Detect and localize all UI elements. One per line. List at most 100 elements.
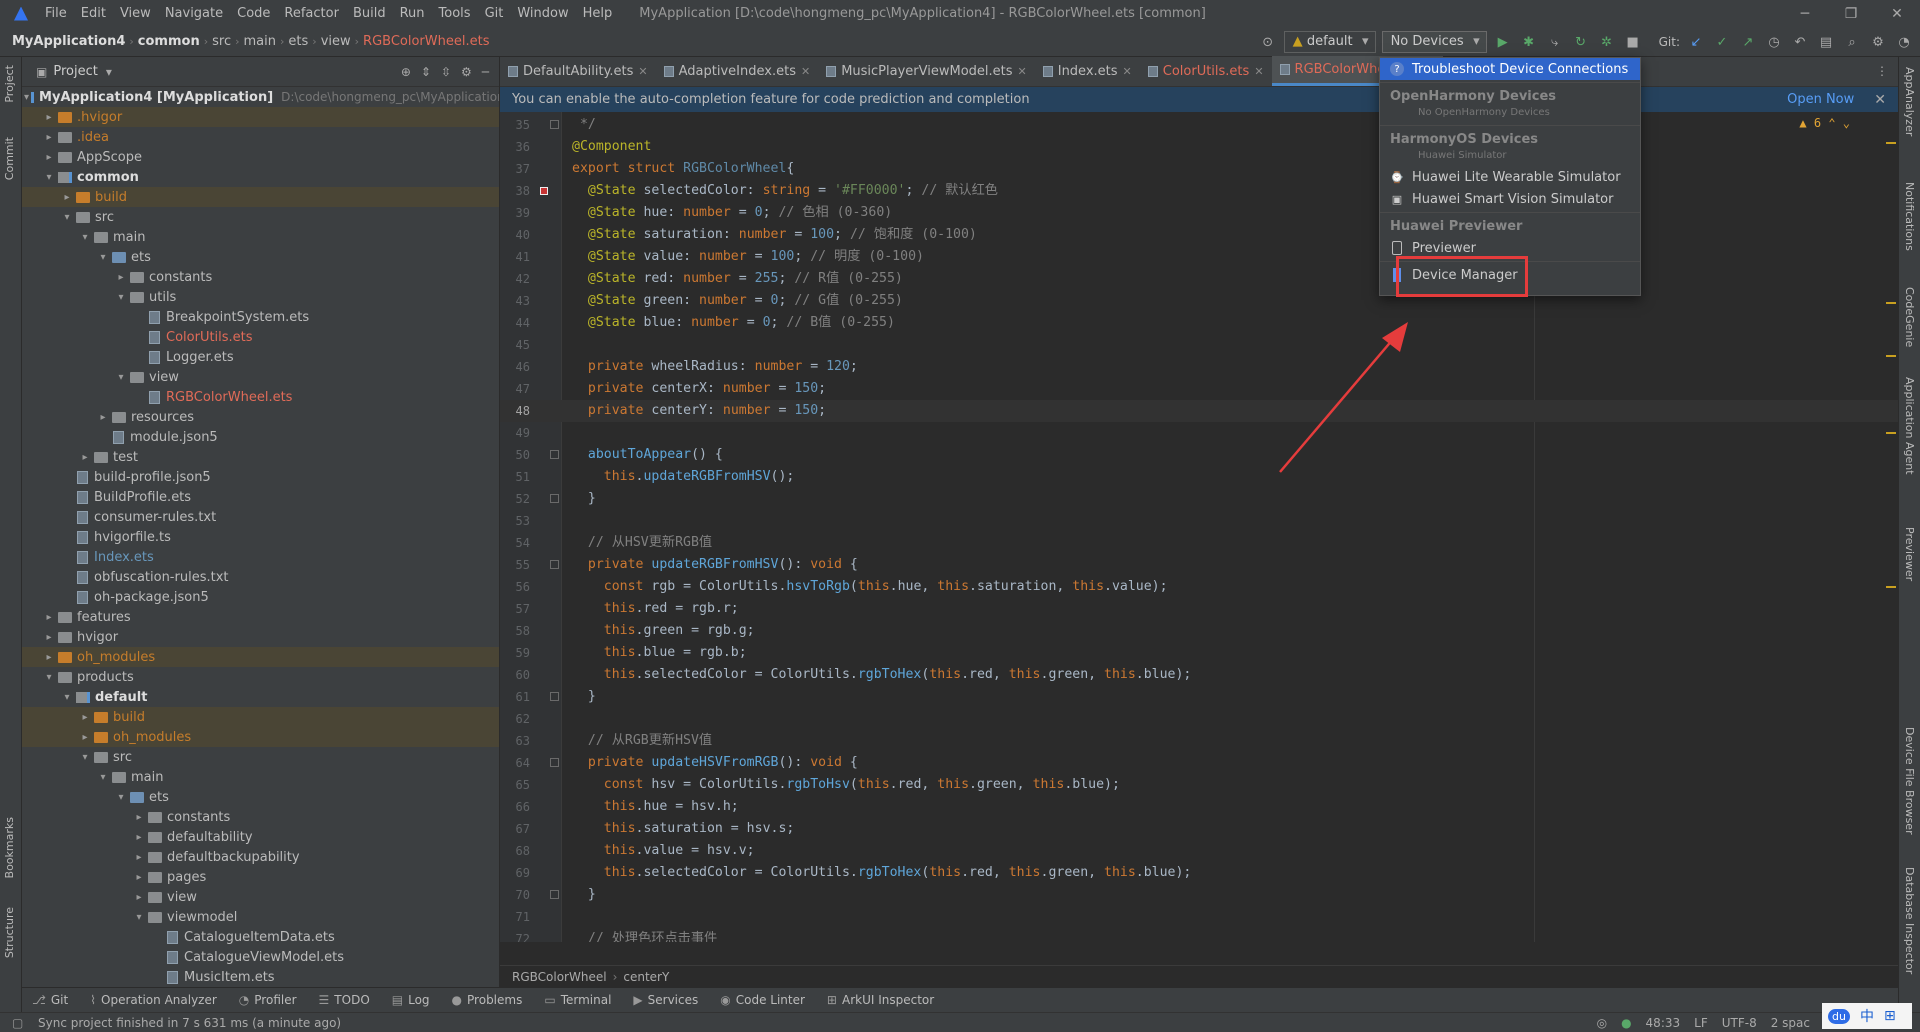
tree-item[interactable]: ▾ ets [22,247,499,267]
cursor-position[interactable]: 48:33 [1646,1016,1681,1030]
chevron-down-icon[interactable]: ▾ [78,232,92,243]
code-line[interactable]: 45 [500,334,1898,356]
smart-vision-simulator-item[interactable]: ▣ Huawei Smart Vision Simulator [1380,188,1640,210]
tree-item[interactable]: ▸ build [22,187,499,207]
panel-settings-icon[interactable]: ⚙ [461,65,472,79]
tree-item[interactable]: ▾ viewmodel [22,907,499,927]
chevron-right-icon[interactable]: ▸ [132,812,146,823]
chevron-down-icon[interactable]: ▾ [114,292,128,303]
appanalyzer-tool-tab[interactable]: AppAnalyzer [1903,67,1916,136]
breadcrumb-struct[interactable]: RGBColorWheel [512,970,607,984]
run-icon[interactable]: ▶ [1493,32,1513,52]
tree-item[interactable]: hvigorfile.ts [22,527,499,547]
close-tab-icon[interactable]: ✕ [1123,65,1132,78]
tree-item[interactable]: ▾ main [22,767,499,787]
ime-language[interactable]: 中 [1860,1006,1874,1026]
code-line[interactable]: 58 this.green = rgb.g; [500,620,1898,642]
tree-item[interactable]: ▾ products [22,667,499,687]
tool-todo[interactable]: ☰ TODO [319,993,370,1007]
chevron-down-icon[interactable]: ▾ [42,672,56,683]
tree-item[interactable]: ▸ .idea [22,127,499,147]
crumb-item[interactable]: main [240,34,280,49]
tree-item[interactable]: ▸ .hvigor [22,107,499,127]
code-line[interactable]: 56 const rgb = ColorUtils.hsvToRgb(this.… [500,576,1898,598]
menu-tools[interactable]: Tools [432,0,478,27]
menu-window[interactable]: Window [510,0,575,27]
crumb-item[interactable]: ets [284,34,312,49]
history-icon[interactable]: ◷ [1764,32,1784,52]
code-line[interactable]: 46 private wheelRadius: number = 120; [500,356,1898,378]
tree-item[interactable]: BreakpointSystem.ets [22,307,499,327]
breakpoint-icon[interactable] [540,187,548,195]
code-line[interactable]: 41 @State value: number = 100; // 明度 (0-… [500,246,1898,268]
tool-operation-analyzer[interactable]: ⌇ Operation Analyzer [90,993,217,1007]
tree-item[interactable]: ▸ oh_modules [22,727,499,747]
git-update-icon[interactable]: ↙ [1686,32,1706,52]
structure-tool-tab[interactable]: Structure [3,907,16,958]
rollback-icon[interactable]: ↶ [1790,32,1810,52]
menu-git[interactable]: Git [478,0,511,27]
code-line[interactable]: 48 private centerY: number = 150; [500,400,1898,422]
code-line[interactable]: 57 this.red = rgb.r; [500,598,1898,620]
bookmarks-tool-tab[interactable]: Bookmarks [3,817,16,878]
collapse-all-icon[interactable]: ⇳ [441,65,451,79]
menu-run[interactable]: Run [393,0,432,27]
chevron-down-icon[interactable]: ▾ [114,792,128,803]
tool-arkui-inspector[interactable]: ⊞ ArkUI Inspector [827,993,934,1007]
tree-item[interactable]: BuildProfile.ets [22,487,499,507]
more-tabs-icon[interactable]: ⋮ [1866,56,1898,86]
code-line[interactable]: 47 private centerX: number = 150; [500,378,1898,400]
git-commit-icon[interactable]: ✓ [1712,32,1732,52]
tree-item[interactable]: ▸ build [22,707,499,727]
chevron-right-icon[interactable]: ▸ [114,272,128,283]
code-line[interactable]: 66 this.hue = hsv.h; [500,796,1898,818]
code-line[interactable]: 40 @State saturation: number = 100; // 饱… [500,224,1898,246]
menu-file[interactable]: File [38,0,74,27]
chevron-down-icon[interactable]: ▾ [106,65,112,79]
code-line[interactable]: 63 // 从RGB更新HSV值 [500,730,1898,752]
chevron-down-icon[interactable]: ▾ [96,252,110,263]
tree-root[interactable]: ▾ MyApplication4 [MyApplication] D:\code… [22,87,499,107]
crumb-item[interactable]: RGBColorWheel.ets [359,34,493,49]
code-line[interactable]: 72 // 处理色环点击事件 [500,928,1898,942]
tool-problems[interactable]: ● Problems [452,993,523,1007]
menu-navigate[interactable]: Navigate [158,0,230,27]
previewer-tool-tab[interactable]: Previewer [1903,527,1916,581]
code-line[interactable]: 59 this.blue = rgb.b; [500,642,1898,664]
code-line[interactable]: 49 [500,422,1898,444]
tree-item[interactable]: module.json5 [22,427,499,447]
crumb-item[interactable]: common [134,34,204,49]
menu-build[interactable]: Build [346,0,393,27]
tree-item[interactable]: ▾ default [22,687,499,707]
chevron-right-icon[interactable]: ▸ [42,152,56,163]
fold-icon[interactable] [550,494,559,503]
tree-item[interactable]: ▸ view [22,887,499,907]
chevron-right-icon[interactable]: ▸ [42,612,56,623]
debug-icon[interactable]: ✱ [1519,32,1539,52]
editor-tab[interactable]: DefaultAbility.ets ✕ [500,56,656,86]
inspection-icon[interactable]: ◎ [1597,1016,1607,1030]
chevron-right-icon[interactable]: ▸ [42,632,56,643]
chevron-down-icon[interactable]: ▾ [114,372,128,383]
code-line[interactable]: 51 this.updateRGBFromHSV(); [500,466,1898,488]
chevron-down-icon[interactable]: ▾ [96,772,110,783]
menu-help[interactable]: Help [576,0,620,27]
menu-edit[interactable]: Edit [74,0,113,27]
tree-item[interactable]: ▾ common [22,167,499,187]
tool-terminal[interactable]: ▭ Terminal [544,993,611,1007]
chevron-down-icon[interactable]: ▾ [132,912,146,923]
tree-item[interactable]: MusicItem.ets [22,967,499,987]
project-panel-title[interactable]: Project [53,64,97,79]
tree-item[interactable]: ▾ src [22,207,499,227]
tree-item[interactable]: obfuscation-rules.txt [22,567,499,587]
tree-item[interactable]: ▸ defaultbackupability [22,847,499,867]
account-icon[interactable]: ◔ [1894,32,1914,52]
chevron-right-icon[interactable]: ▸ [132,852,146,863]
code-line[interactable]: 62 [500,708,1898,730]
code-editor[interactable]: ▲ 6 ⌃ ⌄ 35 */36 @Component 37 export struct… [500,112,1898,942]
code-line[interactable]: 53 [500,510,1898,532]
close-tab-icon[interactable]: ✕ [1018,65,1027,78]
chevron-right-icon[interactable]: ▸ [78,452,92,463]
device-select[interactable]: No Devices [1381,31,1487,53]
tree-item[interactable]: ▸ constants [22,807,499,827]
